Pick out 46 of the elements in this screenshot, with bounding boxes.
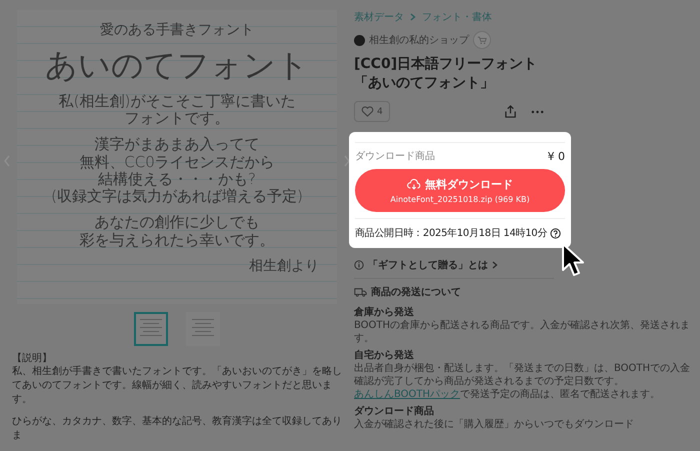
shipping-method-text: BOOTHの倉庫から配送される商品です。入金が確認され次第、発送されます。 <box>354 319 692 345</box>
heart-icon <box>361 106 374 117</box>
item-type-label: ダウンロード商品 <box>355 150 435 163</box>
shipping-heading: 商品の発送について <box>371 285 461 299</box>
free-download-button[interactable]: 無料ダウンロード AinoteFont_20251018.zip (969 KB) <box>355 169 565 212</box>
truck-icon <box>354 287 367 297</box>
handwritten-text: 愛のある手書きフォント <box>100 22 254 38</box>
shipping-method-title: 倉庫から発送 <box>354 306 415 319</box>
cloud-download-icon <box>407 179 421 190</box>
published-date: 商品公開日時：2025年10月18日 14時10分 <box>355 226 548 240</box>
handwritten-text: 相生創より <box>249 258 319 274</box>
handwritten-text: フォントです。 <box>124 110 230 128</box>
anshin-pack-link[interactable]: あんしんBOOTHパック <box>354 389 460 400</box>
handwritten-text: (収録文字は気力があれば増える予定) <box>51 188 303 206</box>
image-thumbnail[interactable] <box>186 312 220 346</box>
gift-info-link[interactable]: 「ギフトとして贈る」とは <box>368 258 488 272</box>
chevron-right-icon <box>492 261 498 269</box>
handwritten-text: あいのてフォント <box>45 47 309 84</box>
handwritten-text: 彩を与えられたら幸いです。 <box>80 232 274 249</box>
shipping-method-text: あんしんBOOTHパックで発送予定の商品は、匿名で配送されます。 <box>354 388 662 401</box>
info-icon <box>354 260 364 270</box>
shipping-method-text: 入金が確認された後に「購入履歴」からいつでもダウンロード <box>354 418 635 431</box>
shipping-method-title: ダウンロード商品 <box>354 405 435 418</box>
handwritten-text: 漢字がまあまあ入ってて <box>94 136 260 154</box>
product-title: [CC0]日本語フリーフォント 「あいのてフォント」 <box>354 55 538 93</box>
shop-avatar <box>354 34 365 46</box>
image-thumbnail[interactable] <box>134 312 168 346</box>
more-icon[interactable] <box>531 110 544 114</box>
breadcrumb-link[interactable]: 素材データ <box>354 10 404 24</box>
price: ¥ 0 <box>548 150 565 163</box>
description-text: 私、相生創が手書きで書いたフォントです。「あいおいのてがき」を略してあいのてフォントです。線幅が細く、読みやすいフォントだと思います。 <box>12 365 342 407</box>
chevron-right-icon <box>410 13 416 21</box>
chevron-right-icon[interactable] <box>343 155 351 167</box>
shipping-method-text: 出品者自身が梱包・配送します。「発送までの日数」は、BOOTHでの入金確認が完了してから商品が発送されるまでの予定日数です。 <box>354 362 692 388</box>
handwritten-text: 私(相生創)がそこそこ丁寧に書いた <box>58 92 296 110</box>
handwritten-text: 無料、CC0ライセンスだから <box>79 154 275 171</box>
handwritten-text: 結構使える・・・かも? <box>98 170 256 188</box>
shop-name-link[interactable]: 相生創の私的ショップ <box>369 33 469 47</box>
handwritten-text: あなたの創作に少しでも <box>94 214 260 232</box>
description-heading: 【説明】 <box>12 352 53 365</box>
share-icon[interactable] <box>504 105 517 118</box>
shipping-method-title: 自宅から発送 <box>354 349 415 362</box>
help-icon[interactable] <box>550 228 562 238</box>
breadcrumb-link[interactable]: フォント・書体 <box>422 10 492 24</box>
description-text: ひらがな、カタカナ、数字、基本的な記号、教育漢字は全て収録してありま <box>12 415 342 443</box>
like-button[interactable]: 4 <box>354 101 390 122</box>
